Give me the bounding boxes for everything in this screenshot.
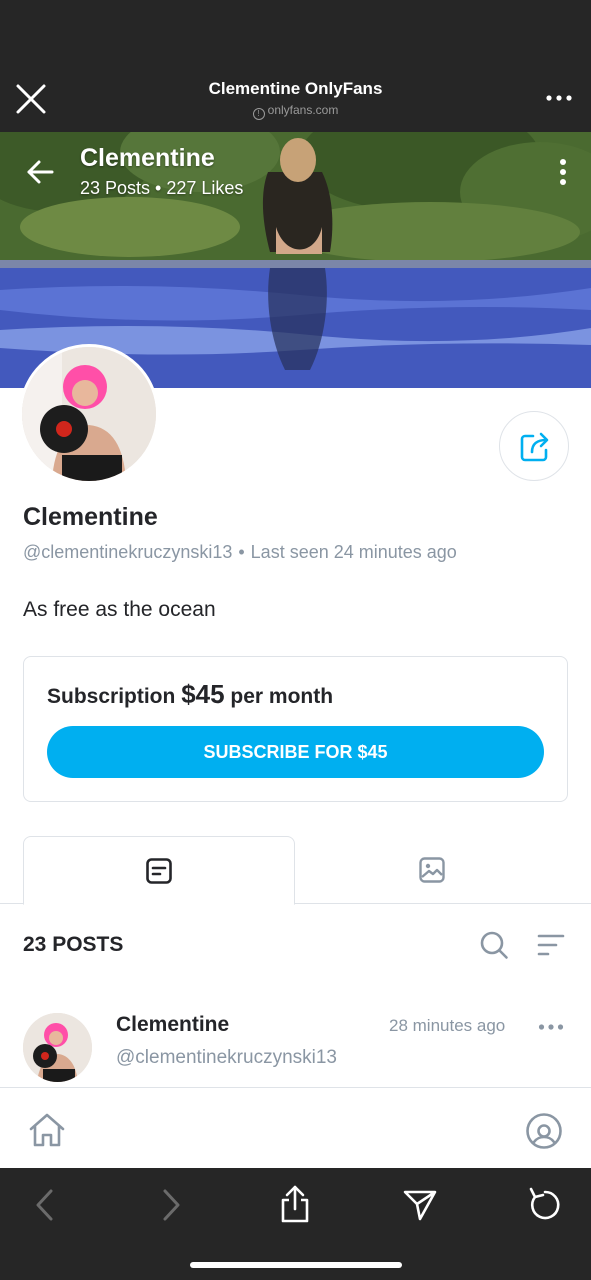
subscription-price: $45: [181, 679, 225, 709]
posts-stat: 23 Posts: [80, 178, 151, 198]
last-seen: Last seen 24 minutes ago: [250, 542, 457, 562]
banner-stats: 23 Posts • 227 Likes: [80, 178, 243, 199]
post-author-handle[interactable]: @clementinekruczynski13: [116, 1047, 337, 1069]
browser-back-icon[interactable]: [34, 1188, 56, 1222]
sort-icon[interactable]: [536, 932, 566, 958]
upload-icon[interactable]: [278, 1184, 312, 1224]
post-author-name[interactable]: Clementine: [116, 1013, 229, 1037]
media-icon: [419, 857, 445, 883]
post-more-icon[interactable]: [538, 1021, 564, 1033]
stat-separator: •: [155, 178, 162, 198]
reload-icon[interactable]: [526, 1186, 564, 1224]
more-horizontal-icon[interactable]: [545, 90, 573, 106]
tab-posts[interactable]: [23, 836, 295, 905]
subscription-label: Subscription: [47, 685, 176, 708]
home-icon[interactable]: [27, 1110, 67, 1150]
kebab-icon[interactable]: [559, 158, 567, 186]
avatar[interactable]: [19, 344, 159, 484]
profile-meta: @clementinekruczynski13 • Last seen 24 min…: [23, 542, 457, 563]
browser-top-bar: Clementine OnlyFans ! onlyfans.com: [0, 0, 591, 132]
subscribe-button[interactable]: SUBSCRIBE FOR $45: [47, 726, 544, 778]
banner-name: Clementine: [80, 144, 215, 172]
share-button[interactable]: [499, 411, 569, 481]
likes-stat: 227 Likes: [166, 178, 244, 198]
meta-separator: •: [238, 542, 245, 562]
info-icon: !: [252, 108, 265, 120]
post-avatar-image: [23, 1013, 92, 1082]
browser-domain: ! onlyfans.com: [0, 103, 591, 120]
share-icon: [520, 432, 549, 462]
content-tabs: [0, 836, 591, 905]
browser-forward-icon[interactable]: [160, 1188, 182, 1222]
post-author-avatar[interactable]: [23, 1013, 92, 1082]
back-arrow-icon[interactable]: [24, 156, 56, 188]
domain-text: onlyfans.com: [267, 103, 339, 117]
posts-icon: [146, 858, 172, 884]
avatar-image: [22, 347, 156, 481]
profile-bio: As free as the ocean: [23, 598, 216, 621]
profile-name: Clementine: [23, 503, 158, 531]
send-icon[interactable]: [402, 1188, 438, 1222]
user-icon[interactable]: [525, 1112, 563, 1150]
tab-media[interactable]: [296, 836, 568, 904]
search-icon[interactable]: [479, 930, 509, 960]
home-indicator[interactable]: [190, 1262, 402, 1268]
posts-count: 23 POSTS: [23, 933, 124, 956]
subscription-period: per month: [230, 685, 334, 708]
profile-handle: @clementinekruczynski13: [23, 542, 233, 562]
subscription-text: Subscription $45 per month: [47, 679, 333, 710]
browser-title: Clementine OnlyFans: [208, 79, 383, 98]
subscription-card: Subscription $45 per month SUBSCRIBE FOR…: [23, 656, 568, 802]
post-time: 28 minutes ago: [389, 1016, 506, 1035]
bottom-nav: [0, 1087, 591, 1168]
